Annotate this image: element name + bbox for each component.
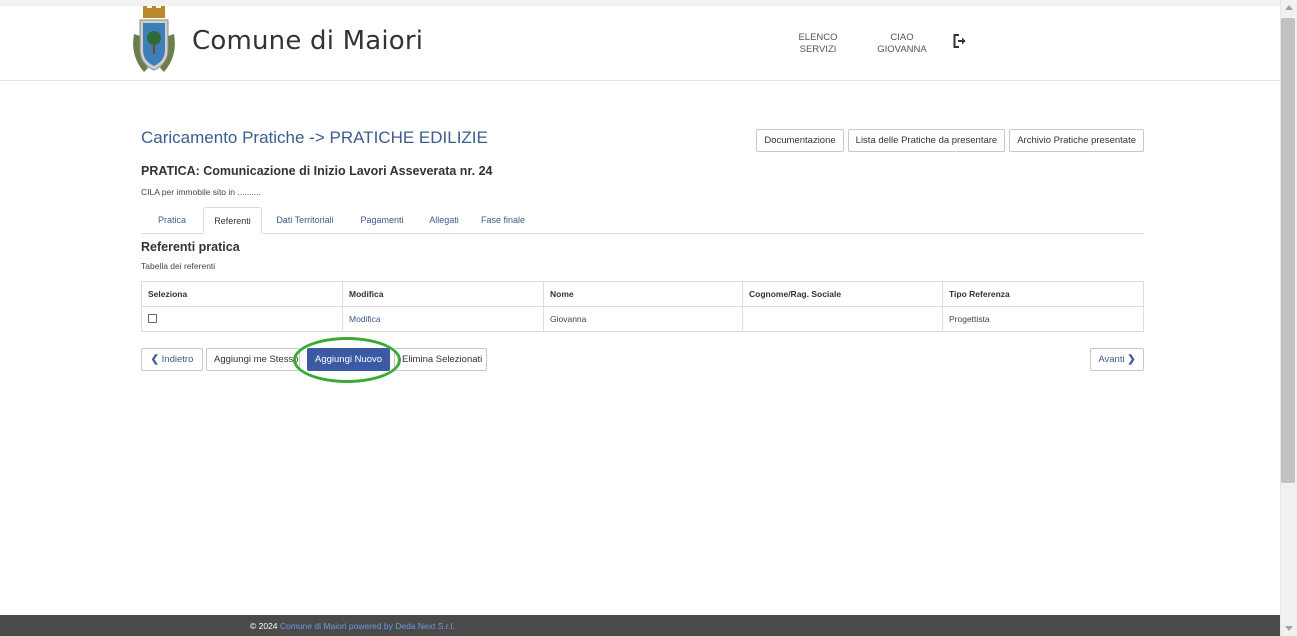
nav-user-line2: GIOVANNA [877, 44, 927, 55]
scrollbar-thumb[interactable] [1281, 18, 1295, 483]
row-select-checkbox[interactable] [148, 313, 157, 323]
tab-referenti[interactable]: Referenti [203, 207, 262, 234]
nav-elenco-servizi[interactable]: ELENCO SERVIZI [790, 32, 846, 56]
pratica-title: PRATICA: Comunicazione di Inizio Lavori … [141, 164, 493, 178]
footer-link[interactable]: Comune di Maiori powered by Deda Next S.… [280, 621, 455, 631]
documentazione-button[interactable]: Documentazione [756, 129, 844, 152]
referenti-table: Seleziona Modifica Nome Cognome/Rag. Soc… [141, 281, 1144, 332]
table-row: Modifica Giovanna Progettista [141, 306, 1144, 332]
aggiungi-nuovo-button[interactable]: Aggiungi Nuovo [307, 348, 390, 371]
nav-services-line1: ELENCO [798, 32, 838, 43]
col-cognome: Cognome/Rag. Sociale [742, 281, 943, 307]
cell-modifica: Modifica [342, 306, 544, 332]
nav-user-line1: CIAO [890, 32, 914, 43]
scroll-down-arrow-icon[interactable] [1285, 626, 1293, 631]
cell-cognome [742, 306, 943, 332]
pratica-subtitle: CILA per immobile sito in .......... [141, 187, 261, 197]
footer-copyright: © 2024 [250, 621, 278, 631]
lista-pratiche-button[interactable]: Lista delle Pratiche da presentare [847, 129, 1006, 152]
logout-icon[interactable] [953, 34, 967, 48]
indietro-label: Indietro [161, 354, 194, 365]
section-title: Referenti pratica [141, 240, 240, 254]
cell-tipo: Progettista [942, 306, 1144, 332]
avanti-button[interactable]: Avanti ❯ [1090, 348, 1144, 371]
top-action-buttons: Documentazione Lista delle Pratiche da p… [756, 129, 1144, 152]
page-title: Caricamento Pratiche -> PRATICHE EDILIZI… [141, 128, 488, 147]
footer-text: © 2024 Comune di Maiori powered by Deda … [250, 621, 455, 631]
avanti-label: Avanti [1098, 354, 1125, 365]
indietro-button[interactable]: ❮ Indietro [141, 348, 203, 371]
section-subtitle: Tabella dei referenti [141, 261, 216, 271]
site-brand[interactable]: Comune di Maiori [192, 26, 423, 56]
tab-allegati[interactable]: Allegati [416, 207, 472, 234]
coat-of-arms-logo[interactable] [128, 6, 180, 80]
col-modifica: Modifica [342, 281, 544, 307]
modifica-link[interactable]: Modifica [349, 314, 381, 324]
col-tipo-referenza: Tipo Referenza [942, 281, 1144, 307]
site-footer: © 2024 Comune di Maiori powered by Deda … [0, 615, 1280, 636]
tab-fase-finale[interactable]: Fase finale [472, 207, 534, 234]
aggiungi-me-stesso-button[interactable]: Aggiungi me Stesso [206, 348, 300, 371]
scroll-up-arrow-icon[interactable] [1285, 5, 1293, 10]
chevron-left-icon: ❮ [150, 354, 160, 365]
nav-user-greeting[interactable]: CIAO GIOVANNA [870, 32, 934, 56]
col-nome: Nome [543, 281, 743, 307]
tab-dati-territoriali[interactable]: Dati Territoriali [262, 207, 348, 234]
tab-bar: Pratica Referenti Dati Territoriali Paga… [141, 207, 1144, 234]
chevron-right-icon: ❯ [1127, 354, 1136, 365]
cell-seleziona [141, 306, 343, 332]
tab-pagamenti[interactable]: Pagamenti [348, 207, 416, 234]
elimina-selezionati-button[interactable]: Elimina Selezionati [394, 348, 487, 371]
col-seleziona: Seleziona [141, 281, 343, 307]
tab-pratica[interactable]: Pratica [141, 207, 203, 234]
table-header-row: Seleziona Modifica Nome Cognome/Rag. Soc… [141, 281, 1144, 307]
cell-nome: Giovanna [543, 306, 743, 332]
archivio-pratiche-button[interactable]: Archivio Pratiche presentate [1009, 129, 1144, 152]
nav-services-line2: SERVIZI [799, 44, 837, 55]
site-header: Comune di Maiori ELENCO SERVIZI CIAO GIO… [0, 6, 1280, 81]
